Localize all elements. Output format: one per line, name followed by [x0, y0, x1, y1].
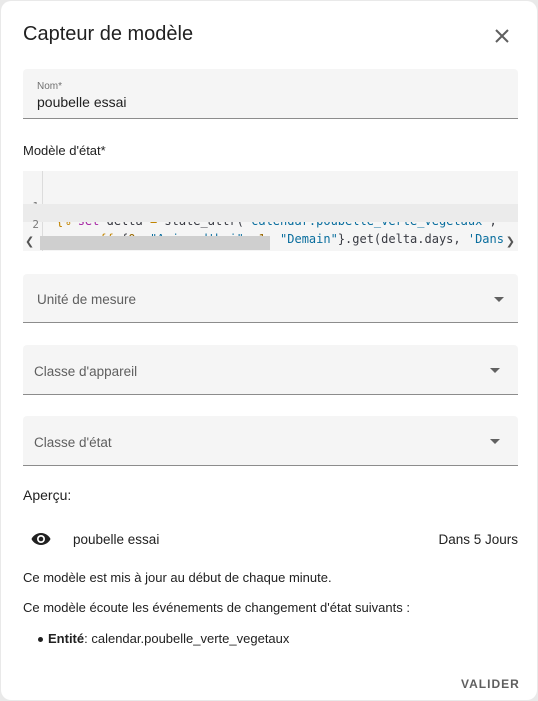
entity-list-item: Entité: calendar.poubelle_verte_vegetaux [37, 631, 290, 646]
entity-label: Entité [48, 631, 85, 646]
preview-entity-name: poubelle essai [73, 532, 160, 547]
chevron-down-icon [490, 439, 500, 444]
name-field-label: Nom* [37, 81, 63, 92]
device-class-select[interactable]: Classe d'appareil [23, 345, 518, 395]
horizontal-scrollbar[interactable]: ❮ ❯ [23, 233, 518, 250]
template-sensor-dialog: Capteur de modèle Nom* poubelle essai Mo… [1, 1, 537, 700]
scroll-left-icon[interactable]: ❮ [25, 235, 34, 248]
template-code-editor[interactable]: 1 {% set delta = state_attr('calendar.po… [23, 171, 518, 251]
scroll-right-icon[interactable]: ❯ [506, 235, 515, 248]
update-info-text: Ce modèle est mis à jour au début de cha… [23, 570, 332, 585]
name-field-value: poubelle essai [37, 94, 127, 110]
close-button[interactable] [487, 23, 517, 53]
preview-entity-row: poubelle essai Dans 5 Jours [23, 528, 518, 550]
code-line-1: 1 {% set delta = state_attr('calendar.po… [23, 186, 518, 228]
name-field[interactable]: Nom* poubelle essai [23, 69, 518, 119]
code-line-2: 2 {{ {0: "Aujourd'hui", 1: "Demain"}.get… [23, 204, 518, 246]
scrollbar-thumb[interactable] [40, 236, 270, 250]
device-class-select-label: Classe d'appareil [34, 364, 138, 379]
eye-icon [31, 532, 51, 551]
chevron-down-icon [490, 368, 500, 373]
entity-value: : calendar.poubelle_verte_vegetaux [84, 631, 290, 646]
chevron-down-icon [494, 297, 504, 302]
state-class-select[interactable]: Classe d'état [23, 416, 518, 466]
close-icon [495, 28, 509, 48]
state-class-select-label: Classe d'état [34, 435, 112, 450]
listen-info-text: Ce modèle écoute les événements de chang… [23, 600, 410, 615]
dialog-title: Capteur de modèle [23, 23, 194, 45]
unit-select-label: Unité de mesure [37, 292, 137, 307]
preview-entity-state: Dans 5 Jours [438, 532, 518, 547]
preview-label: Aperçu: [23, 487, 72, 503]
line-number: 2 [32, 218, 39, 231]
submit-button[interactable]: VALIDER [461, 677, 520, 691]
template-label: Modèle d'état* [23, 143, 106, 158]
unit-select[interactable]: Unité de mesure [23, 274, 518, 323]
